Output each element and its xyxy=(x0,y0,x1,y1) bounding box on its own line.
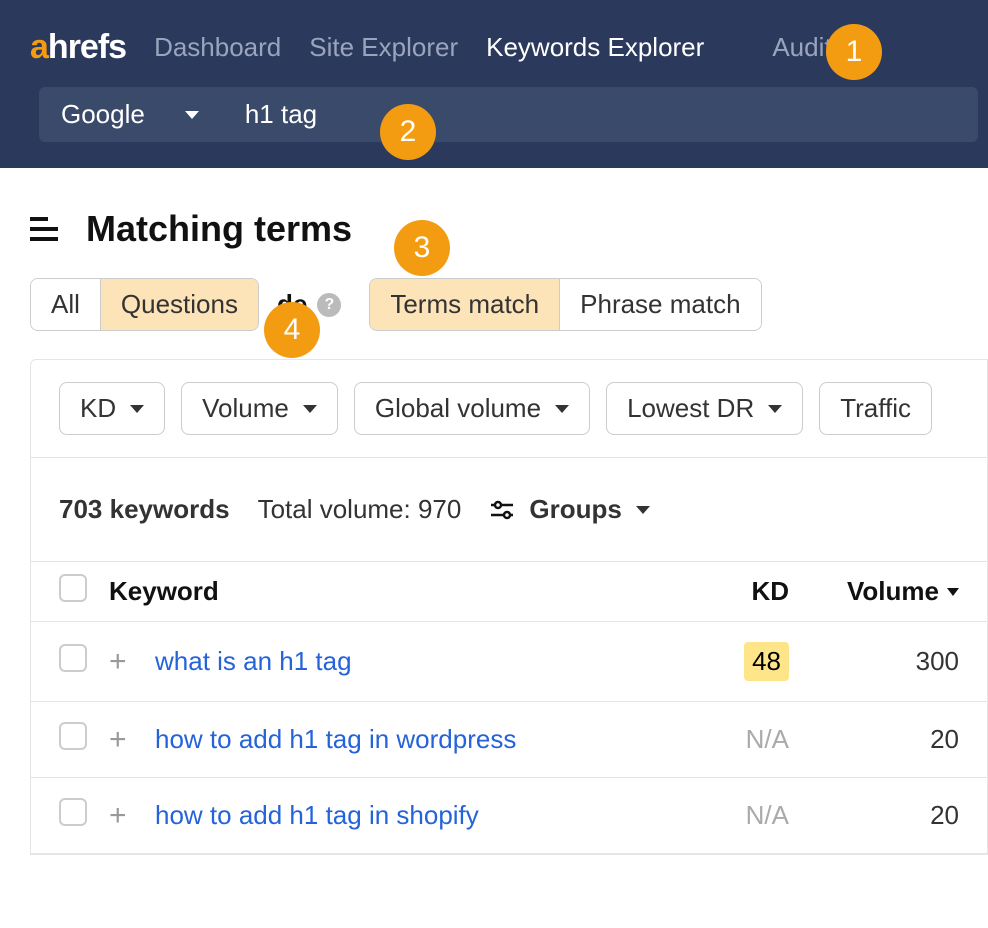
annotation-1: 1 xyxy=(826,24,882,80)
keyword-search-input[interactable] xyxy=(221,87,978,142)
row-checkbox[interactable] xyxy=(59,722,87,750)
kd-cell: 48 xyxy=(699,642,789,681)
annotation-4: 4 xyxy=(264,302,320,358)
content-area: Matching terms All Questions de ? Terms … xyxy=(0,168,988,855)
keyword-link[interactable]: what is an h1 tag xyxy=(155,646,699,677)
filter-traffic[interactable]: Traffic xyxy=(819,382,932,435)
sliders-icon xyxy=(489,499,515,521)
volume-cell: 300 xyxy=(789,646,959,677)
table-row: +how to add h1 tag in shopifyN/A20 xyxy=(31,778,987,854)
col-volume[interactable]: Volume xyxy=(789,576,959,607)
chevron-down-icon xyxy=(303,405,317,413)
row-checkbox[interactable] xyxy=(59,798,87,826)
annotation-3: 3 xyxy=(394,220,450,276)
expand-icon[interactable]: + xyxy=(109,645,155,679)
logo-a: a xyxy=(30,28,48,66)
nav-audit[interactable]: Audit xyxy=(772,32,831,63)
row-checkbox[interactable] xyxy=(59,644,87,672)
chevron-down-icon xyxy=(768,405,782,413)
expand-icon[interactable]: + xyxy=(109,723,155,757)
keyword-link[interactable]: how to add h1 tag in wordpress xyxy=(155,724,699,755)
col-kd[interactable]: KD xyxy=(699,576,789,607)
chevron-down-icon xyxy=(130,405,144,413)
volume-cell: 20 xyxy=(789,724,959,755)
volume-cell: 20 xyxy=(789,800,959,831)
results-panel: KD Volume Global volume Lowest DR Traffi… xyxy=(30,359,988,855)
table-header: Keyword KD Volume xyxy=(31,561,987,622)
kd-cell: N/A xyxy=(699,724,789,755)
sort-desc-icon xyxy=(947,588,959,596)
page-title: Matching terms xyxy=(86,208,352,250)
search-engine-select[interactable]: Google xyxy=(39,87,221,142)
kd-cell: N/A xyxy=(699,800,789,831)
app-header: ahrefs Dashboard Site Explorer Keywords … xyxy=(0,0,988,168)
filter-buttons-row: KD Volume Global volume Lowest DR Traffi… xyxy=(31,360,987,458)
keyword-link[interactable]: how to add h1 tag in shopify xyxy=(155,800,699,831)
chevron-down-icon xyxy=(555,405,569,413)
filter-lowest-dr[interactable]: Lowest DR xyxy=(606,382,803,435)
nav-dashboard[interactable]: Dashboard xyxy=(154,32,281,63)
expand-icon[interactable]: + xyxy=(109,799,155,833)
nav-keywords-explorer[interactable]: Keywords Explorer xyxy=(486,32,704,63)
groups-toggle[interactable]: Groups xyxy=(489,494,649,525)
menu-icon[interactable] xyxy=(30,217,58,241)
filter-kd[interactable]: KD xyxy=(59,382,165,435)
col-keyword[interactable]: Keyword xyxy=(109,576,699,607)
title-row: Matching terms xyxy=(0,198,988,278)
annotation-2: 2 xyxy=(380,104,436,160)
filter-pill-row: All Questions de ? Terms match Phrase ma… xyxy=(0,278,988,359)
search-row: Google xyxy=(0,87,988,168)
help-icon[interactable]: ? xyxy=(317,293,341,317)
tab-all[interactable]: All xyxy=(31,279,100,330)
logo[interactable]: ahrefs xyxy=(30,28,126,67)
table-row: +how to add h1 tag in wordpressN/A20 xyxy=(31,702,987,778)
table-row: +what is an h1 tag48300 xyxy=(31,622,987,702)
keyword-count: 703 keywords xyxy=(59,494,230,525)
table-body: +what is an h1 tag48300+how to add h1 ta… xyxy=(31,622,987,854)
filter-volume[interactable]: Volume xyxy=(181,382,338,435)
chevron-down-icon xyxy=(636,506,650,514)
select-all-checkbox[interactable] xyxy=(59,574,87,602)
tab-questions[interactable]: Questions xyxy=(100,279,258,330)
filter-global-volume[interactable]: Global volume xyxy=(354,382,590,435)
total-volume: Total volume: 970 xyxy=(258,494,462,525)
engine-label: Google xyxy=(61,99,145,130)
type-pill-group: All Questions xyxy=(30,278,259,331)
match-pill-group: Terms match Phrase match xyxy=(369,278,761,331)
tab-phrase-match[interactable]: Phrase match xyxy=(559,279,760,330)
summary-row: 703 keywords Total volume: 970 Groups xyxy=(31,458,987,561)
nav-site-explorer[interactable]: Site Explorer xyxy=(309,32,458,63)
tab-terms-match[interactable]: Terms match xyxy=(370,279,559,330)
chevron-down-icon xyxy=(185,111,199,119)
logo-rest: hrefs xyxy=(48,28,126,66)
